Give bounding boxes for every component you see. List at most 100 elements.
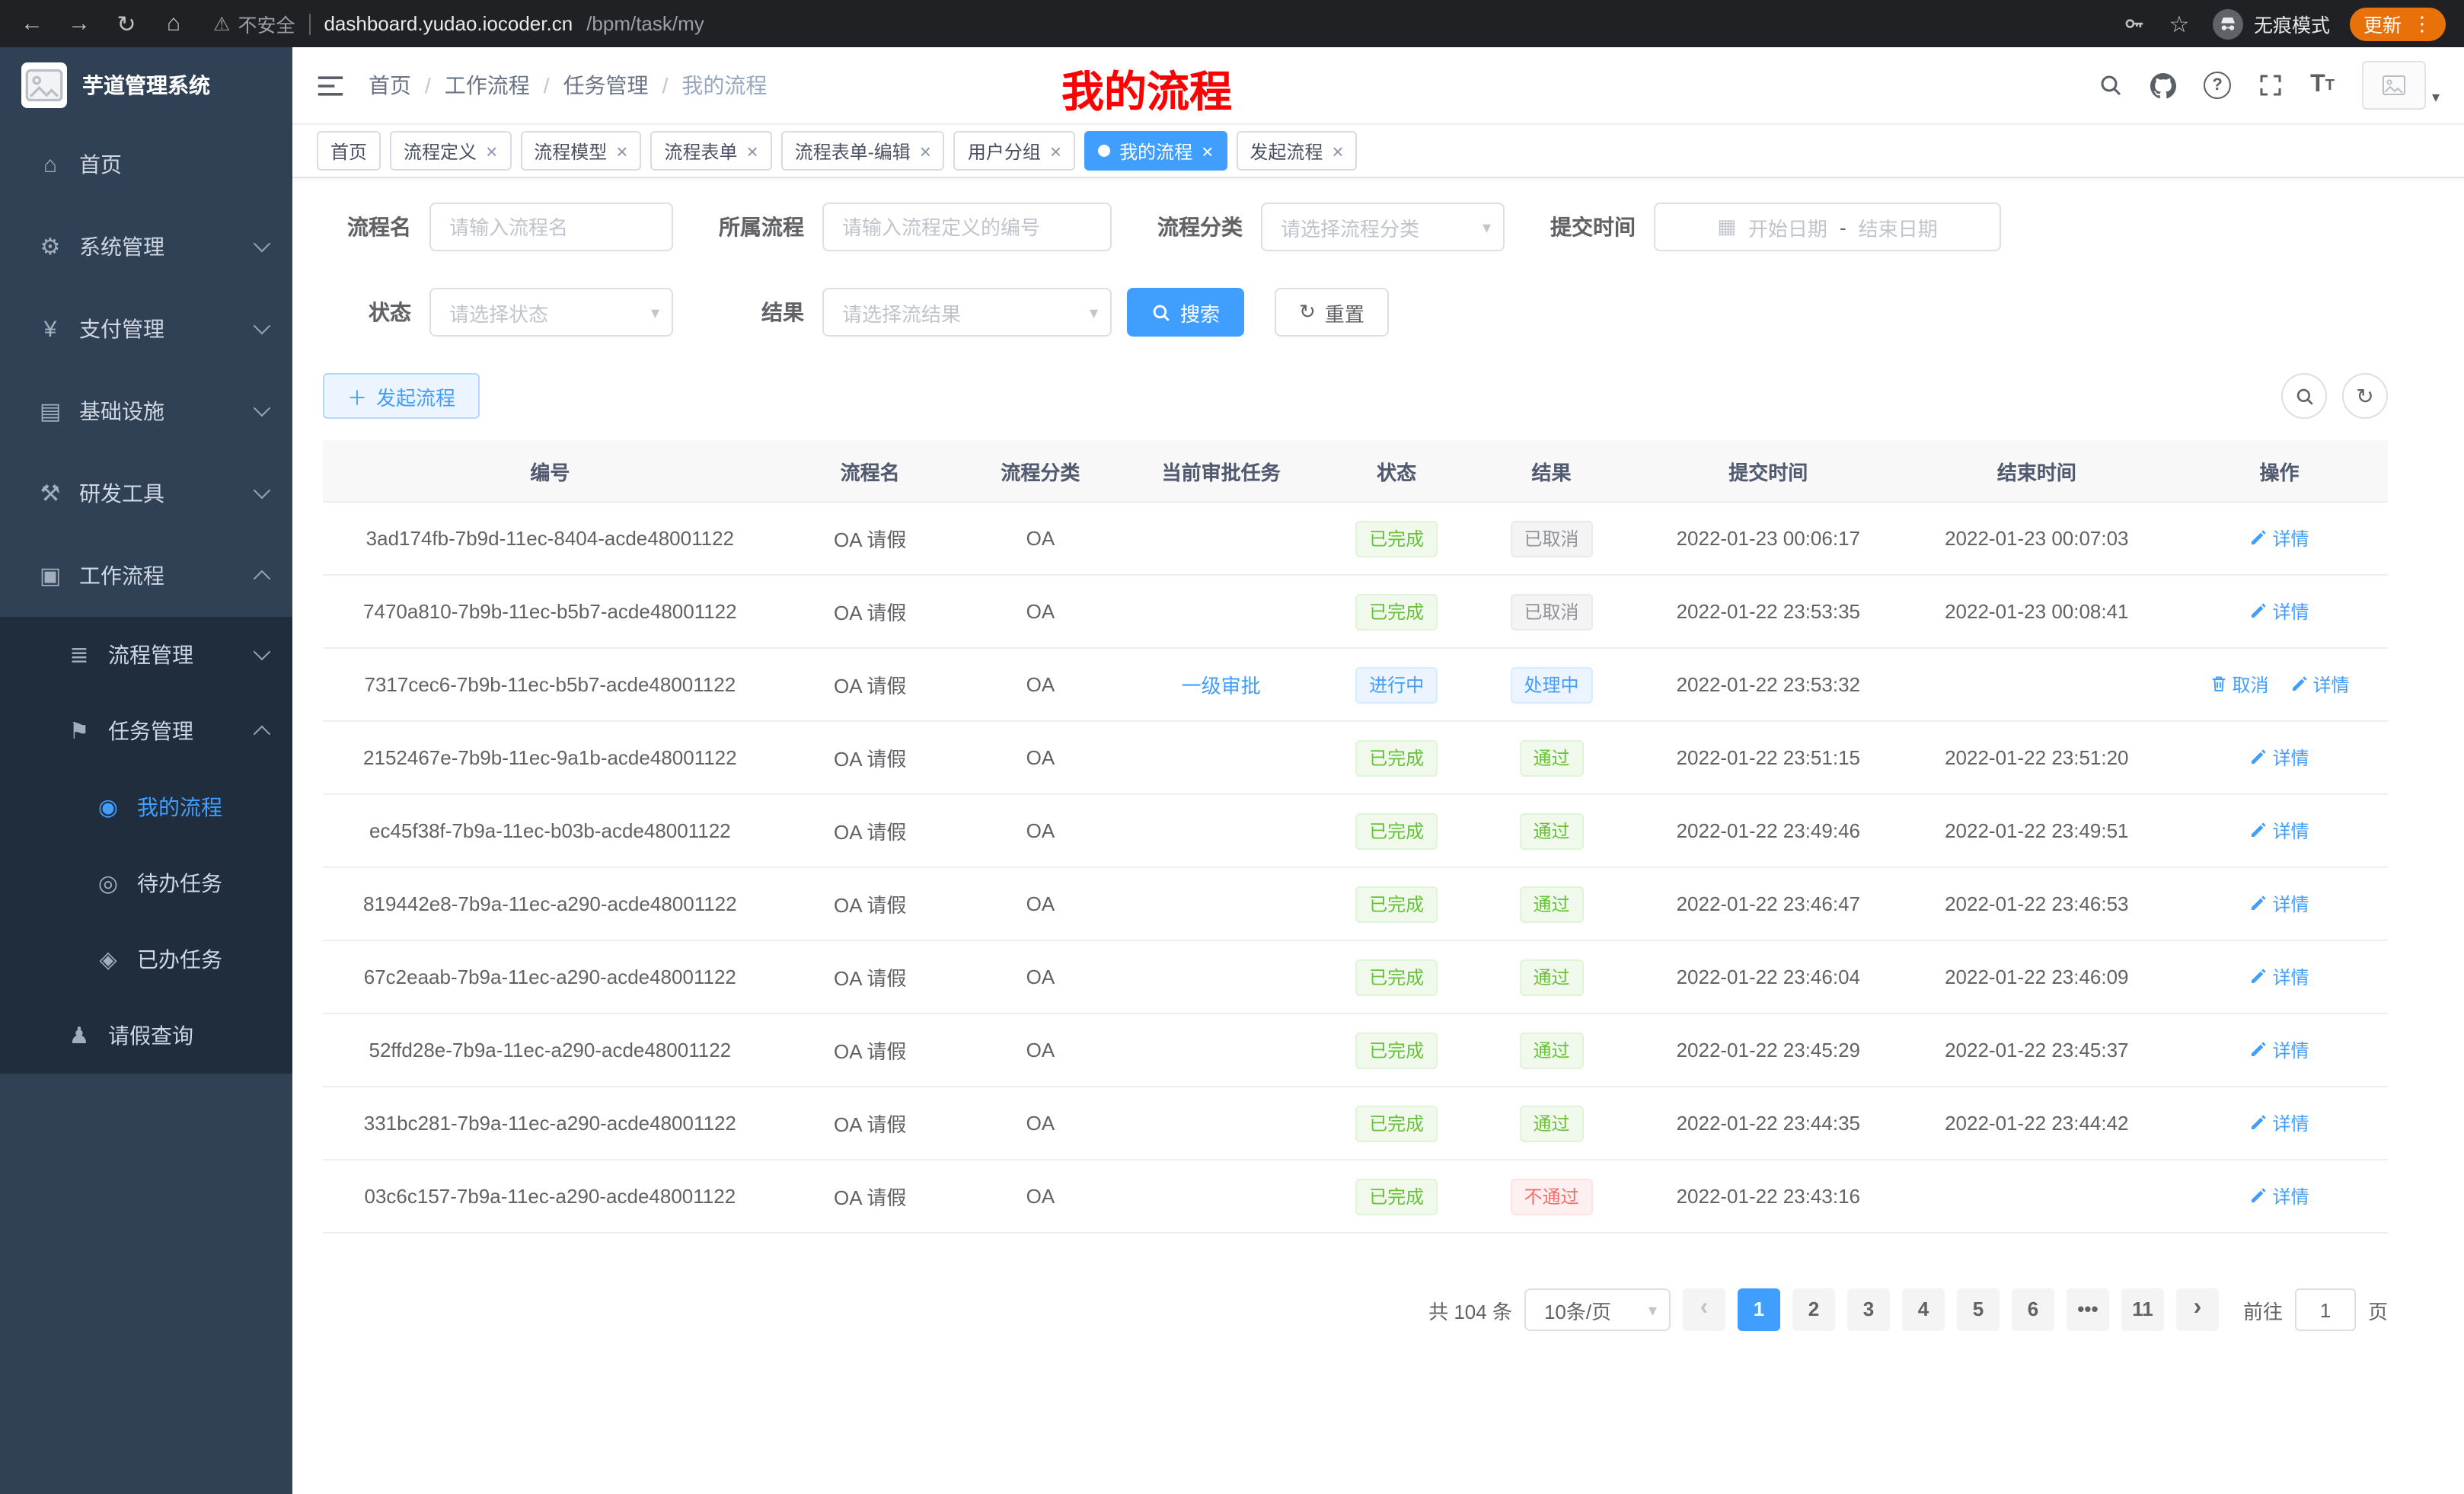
page-button-1[interactable]: 1 xyxy=(1738,1288,1780,1331)
detail-link[interactable]: 详情 xyxy=(2250,1037,2309,1063)
tab-4[interactable]: 流程表单× xyxy=(650,131,771,171)
user-avatar[interactable]: ▾ xyxy=(2362,61,2440,110)
goto-page-input[interactable] xyxy=(2295,1288,2356,1331)
close-icon[interactable]: × xyxy=(1202,141,1213,161)
tab-7[interactable]: 我的流程× xyxy=(1084,131,1227,171)
status-badge: 进行中 xyxy=(1355,666,1438,703)
create-process-button[interactable]: ＋ 发起流程 xyxy=(323,373,480,419)
reset-button[interactable]: ↻ 重置 xyxy=(1275,288,1389,337)
fullscreen-icon[interactable] xyxy=(2258,73,2283,97)
goto-label: 前往 xyxy=(2243,1295,2283,1324)
calendar-icon: ▦ xyxy=(1717,215,1736,239)
tab-8[interactable]: 发起流程× xyxy=(1236,131,1357,171)
process-name-input[interactable] xyxy=(429,203,673,251)
sidebar-item-workflow[interactable]: ▣工作流程 xyxy=(0,535,292,617)
prev-page-button[interactable]: ‹ xyxy=(1683,1288,1725,1331)
close-icon[interactable]: × xyxy=(920,141,931,161)
close-icon[interactable]: × xyxy=(1050,141,1061,161)
help-icon[interactable]: ? xyxy=(2204,72,2231,99)
detail-link[interactable]: 详情 xyxy=(2250,1183,2309,1209)
cell-operations: 详情 xyxy=(2171,1160,2388,1233)
sidebar-item-done-task[interactable]: ◈已办任务 xyxy=(0,921,292,998)
cell-current-task xyxy=(1118,1087,1324,1160)
status-select[interactable]: 请选择状态 ▾ xyxy=(429,288,673,337)
breadcrumb-item[interactable]: 任务管理 xyxy=(563,70,649,101)
tab-5[interactable]: 流程表单-编辑× xyxy=(781,131,945,171)
tab-3[interactable]: 流程模型× xyxy=(520,131,641,171)
next-page-button[interactable]: › xyxy=(2176,1288,2219,1331)
toggle-search-icon[interactable] xyxy=(2281,373,2327,419)
result-placeholder: 请选择流结果 xyxy=(842,298,961,327)
page-button-3[interactable]: 3 xyxy=(1847,1288,1890,1331)
end-date-placeholder: 结束日期 xyxy=(1859,212,1938,241)
page-button-6[interactable]: 6 xyxy=(2012,1288,2054,1331)
back-icon[interactable]: ← xyxy=(18,11,46,37)
page-ellipsis[interactable]: ••• xyxy=(2067,1288,2109,1331)
github-icon[interactable] xyxy=(2150,72,2176,98)
sidebar-item-dev-tools[interactable]: ⚒研发工具 xyxy=(0,452,292,535)
current-task-link[interactable]: 一级审批 xyxy=(1182,675,1261,698)
sidebar-item-my-process[interactable]: ◉我的流程 xyxy=(0,769,292,845)
tab-1[interactable]: 首页 xyxy=(317,131,381,171)
sidebar-item-todo-task[interactable]: ◎待办任务 xyxy=(0,845,292,921)
sidebar-item-payment-mgmt[interactable]: ¥支付管理 xyxy=(0,288,292,370)
cancel-link[interactable]: 取消 xyxy=(2210,672,2269,698)
sidebar-item-process-mgmt[interactable]: ≣流程管理 xyxy=(0,617,292,693)
page-button-4[interactable]: 4 xyxy=(1902,1288,1945,1331)
field-submit-time: 提交时间 ▦ 开始日期 - 结束日期 xyxy=(1547,203,2001,251)
cell-submit-time: 2022-01-22 23:51:15 xyxy=(1634,721,1903,794)
browser-chrome: ← → ↻ ⌂ ⚠ 不安全 dashboard.yudao.iocoder.cn… xyxy=(0,0,2464,47)
detail-link[interactable]: 详情 xyxy=(2290,672,2350,698)
close-icon[interactable]: × xyxy=(486,141,497,161)
hamburger-icon[interactable] xyxy=(317,74,344,97)
reload-icon[interactable]: ↻ xyxy=(113,10,140,37)
search-button[interactable]: 搜索 xyxy=(1127,288,1244,337)
detail-label: 详情 xyxy=(2273,891,2309,917)
tab-2[interactable]: 流程定义× xyxy=(390,131,511,171)
detail-link[interactable]: 详情 xyxy=(2250,964,2309,990)
sidebar-menu: ⌂首页⚙系统管理¥支付管理▤基础设施⚒研发工具▣工作流程≣流程管理⚑任务管理◉我… xyxy=(0,123,292,1074)
sidebar-item-infrastructure[interactable]: ▤基础设施 xyxy=(0,370,292,452)
refresh-table-icon[interactable]: ↻ xyxy=(2342,373,2388,419)
breadcrumb-item[interactable]: 首页 xyxy=(369,70,411,101)
breadcrumb-item[interactable]: 工作流程 xyxy=(445,70,530,101)
sidebar-item-label: 研发工具 xyxy=(79,478,164,509)
tab-6[interactable]: 用户分组× xyxy=(954,131,1075,171)
page-size-select[interactable]: 10条/页 ▾ xyxy=(1524,1288,1671,1331)
sidebar-item-leave-query[interactable]: ♟请假查询 xyxy=(0,998,292,1074)
category-select[interactable]: 请选择流程分类 ▾ xyxy=(1261,203,1505,251)
font-size-icon[interactable]: TT xyxy=(2310,72,2335,99)
avatar-image xyxy=(2362,61,2426,110)
sidebar-item-task-mgmt[interactable]: ⚑任务管理 xyxy=(0,693,292,769)
detail-link[interactable]: 详情 xyxy=(2250,599,2309,624)
page-button-11[interactable]: 11 xyxy=(2121,1288,2164,1331)
close-icon[interactable]: × xyxy=(747,141,758,161)
detail-link[interactable]: 详情 xyxy=(2250,1110,2309,1136)
search-icon[interactable] xyxy=(2099,73,2123,97)
cell-end-time: 2022-01-23 00:08:41 xyxy=(1903,575,2172,648)
key-icon[interactable] xyxy=(2123,12,2146,35)
close-icon[interactable]: × xyxy=(1332,141,1343,161)
date-range-picker[interactable]: ▦ 开始日期 - 结束日期 xyxy=(1654,203,2001,251)
sidebar-item-home[interactable]: ⌂首页 xyxy=(0,123,292,206)
result-select[interactable]: 请选择流结果 ▾ xyxy=(822,288,1112,337)
cell-status: 已完成 xyxy=(1324,867,1469,940)
cell-id: 7317cec6-7b9b-11ec-b5b7-acde48001122 xyxy=(323,648,777,721)
detail-link[interactable]: 详情 xyxy=(2250,525,2309,551)
bookmark-star-icon[interactable]: ☆ xyxy=(2166,10,2193,37)
sidebar-item-system-mgmt[interactable]: ⚙系统管理 xyxy=(0,206,292,288)
forward-icon[interactable]: → xyxy=(65,11,93,37)
detail-link[interactable]: 详情 xyxy=(2250,818,2309,844)
parent-process-input[interactable] xyxy=(822,203,1112,251)
browser-home-icon[interactable]: ⌂ xyxy=(160,11,187,37)
page-button-2[interactable]: 2 xyxy=(1792,1288,1835,1331)
detail-link[interactable]: 详情 xyxy=(2250,891,2309,917)
browser-menu-icon[interactable]: ⋮ xyxy=(2412,11,2432,36)
security-chip[interactable]: ⚠ 不安全 xyxy=(213,9,295,38)
detail-link[interactable]: 详情 xyxy=(2250,745,2309,771)
cell-submit-time: 2022-01-22 23:43:16 xyxy=(1634,1160,1903,1233)
update-button[interactable]: 更新 ⋮ xyxy=(2350,7,2446,40)
address-bar[interactable]: ⚠ 不安全 dashboard.yudao.iocoder.cn/bpm/tas… xyxy=(213,9,2103,38)
close-icon[interactable]: × xyxy=(616,141,627,161)
page-button-5[interactable]: 5 xyxy=(1957,1288,2000,1331)
